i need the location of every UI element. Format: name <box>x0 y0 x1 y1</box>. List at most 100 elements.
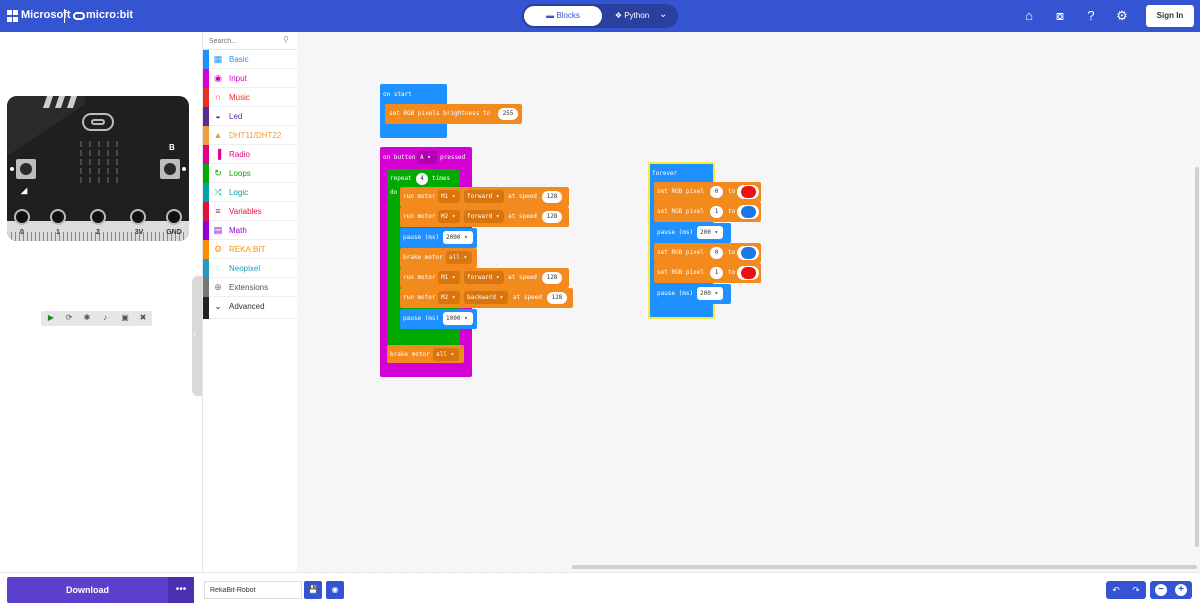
run-motor-block[interactable]: run motor M1 ▾ forward ▾ at speed 128 <box>400 187 569 207</box>
toolbox-category-dht11-dht22[interactable]: ▲ DHT11/DHT22 <box>203 126 298 145</box>
color-picker[interactable] <box>737 185 759 199</box>
download-button[interactable]: Download <box>7 577 168 603</box>
run-motor-block[interactable]: run motor M2 ▾ forward ▾ at speed 128 <box>400 207 569 227</box>
motor-dropdown[interactable]: M2 ▾ <box>438 210 460 223</box>
product-name: micro:bit <box>86 9 134 21</box>
repeat-count[interactable]: 4 <box>416 173 428 185</box>
toolbox-category-logic[interactable]: ⤨ Logic <box>203 183 298 202</box>
restart-icon[interactable]: ⟳ <box>63 313 75 322</box>
color-picker[interactable] <box>737 246 759 260</box>
pin-label: 2 <box>96 229 100 236</box>
toolbox-category-reka-bit[interactable]: ⚙ REKA:BIT <box>203 240 298 259</box>
plus-icon: ⊕ <box>214 282 222 292</box>
toolbox-advanced[interactable]: ⌄ Advanced <box>203 297 298 319</box>
set-rgb-pixel-block[interactable]: set RGB pixel 1 to <box>654 202 761 222</box>
toolbox-category-variables[interactable]: ≡ Variables <box>203 202 298 221</box>
python-mode-button[interactable]: ❖ Python <box>604 6 660 26</box>
pause-dropdown[interactable]: 1000 ▾ <box>443 312 473 325</box>
brightness-value[interactable]: 255 <box>498 108 518 120</box>
direction-dropdown[interactable]: backward ▾ <box>464 291 508 304</box>
more-options-button[interactable]: ••• <box>168 577 194 603</box>
pixel-index[interactable]: 0 <box>710 186 723 198</box>
speed-value[interactable]: 128 <box>542 211 562 223</box>
set-brightness-block[interactable]: set RGB pixels brightness to 255 <box>385 104 522 124</box>
run-motor-block[interactable]: run motor M1 ▾ forward ▾ at speed 128 <box>400 268 569 288</box>
color-picker[interactable] <box>737 266 759 280</box>
pixel-index[interactable]: 0 <box>710 247 723 259</box>
screenshot-icon[interactable]: ▣ <box>119 313 131 322</box>
chevron-down-icon[interactable]: ⌄ <box>659 9 667 20</box>
toolbox-category-music[interactable]: ∩ Music <box>203 88 298 107</box>
blocks-workspace[interactable]: on start set RGB pixels brightness to 25… <box>297 32 1200 572</box>
pause-dropdown[interactable]: 200 ▾ <box>697 287 723 300</box>
toolbox-category-math[interactable]: ▤ Math <box>203 221 298 240</box>
slowmo-icon[interactable]: ✱ <box>81 313 93 322</box>
share-icon[interactable]: ⧇ <box>1052 8 1068 24</box>
sign-in-button[interactable]: Sign In <box>1146 5 1194 27</box>
direction-dropdown[interactable]: forward ▾ <box>464 190 504 203</box>
mute-icon[interactable]: ♪ <box>99 313 111 322</box>
led <box>98 159 100 165</box>
zoom-in-icon[interactable]: + <box>1175 584 1187 596</box>
brake-motor-block[interactable]: brake motor all ▾ <box>387 345 464 363</box>
set-rgb-pixel-block[interactable]: set RGB pixel 0 to <box>654 243 761 263</box>
button-b[interactable] <box>160 159 180 179</box>
search-input[interactable] <box>209 35 279 47</box>
pixel-index[interactable]: 1 <box>710 206 723 218</box>
toolbox-category-radio[interactable]: ▐ Radio <box>203 145 298 164</box>
calculator-icon: ▤ <box>213 225 223 235</box>
horizontal-scrollbar[interactable] <box>572 565 1197 569</box>
settings-icon[interactable]: ⚙ <box>1114 8 1130 24</box>
direction-dropdown[interactable]: forward ▾ <box>464 210 504 223</box>
dot-right <box>182 167 186 171</box>
pause-dropdown[interactable]: 2000 ▾ <box>443 231 473 244</box>
github-icon[interactable]: ◉ <box>326 581 344 599</box>
pause-block[interactable]: pause (ms) 200 ▾ <box>654 223 731 243</box>
brake-motor-block[interactable]: brake motor all ▾ <box>400 248 477 268</box>
pixel-index[interactable]: 1 <box>710 267 723 279</box>
play-icon[interactable]: ▶ <box>45 313 57 322</box>
logo-touch-icon[interactable] <box>82 113 114 131</box>
pause-block[interactable]: pause (ms) 1000 ▾ <box>400 309 477 329</box>
simulator-collapse-handle[interactable]: ‹ <box>192 276 202 396</box>
set-rgb-pixel-block[interactable]: set RGB pixel 1 to <box>654 263 761 283</box>
pause-block[interactable]: pause (ms) 200 ▾ <box>654 284 731 304</box>
blocks-mode-button[interactable]: ▬ Blocks <box>524 6 602 26</box>
toolbox-category-led[interactable]: ◒ Led <box>203 107 298 126</box>
redo-icon[interactable]: ↷ <box>1126 581 1146 599</box>
button-a[interactable] <box>16 159 36 179</box>
speed-value[interactable]: 128 <box>542 191 562 203</box>
search-icon[interactable]: ⚲ <box>283 35 289 44</box>
brake-dropdown[interactable]: all ▾ <box>446 251 472 264</box>
speed-value[interactable]: 128 <box>547 292 567 304</box>
motor-dropdown[interactable]: M1 ▾ <box>438 271 460 284</box>
help-icon[interactable]: ? <box>1083 8 1099 24</box>
direction-dropdown[interactable]: forward ▾ <box>464 271 504 284</box>
pause-dropdown[interactable]: 200 ▾ <box>697 226 723 239</box>
toolbox-category-loops[interactable]: ↻ Loops <box>203 164 298 183</box>
pause-block[interactable]: pause (ms) 2000 ▾ <box>400 228 477 248</box>
microbit-board[interactable]: ◢ B 0 1 2 3V GND <box>7 96 189 241</box>
led-matrix <box>78 140 118 183</box>
undo-icon[interactable]: ↶ <box>1106 581 1126 599</box>
project-name-input[interactable] <box>204 581 302 599</box>
run-motor-block[interactable]: run motor M2 ▾ backward ▾ at speed 128 <box>400 288 573 308</box>
set-rgb-pixel-block[interactable]: set RGB pixel 0 to <box>654 182 761 202</box>
home-icon[interactable]: ⌂ <box>1021 8 1037 24</box>
vertical-scrollbar[interactable] <box>1195 167 1199 547</box>
brake-dropdown[interactable]: all ▾ <box>433 348 459 361</box>
led <box>98 150 100 156</box>
save-icon[interactable]: 💾 <box>304 581 322 599</box>
zoom-out-icon[interactable]: − <box>1155 584 1167 596</box>
motor-dropdown[interactable]: M1 ▾ <box>438 190 460 203</box>
fullscreen-icon[interactable]: ✖ <box>137 313 149 322</box>
speed-value[interactable]: 128 <box>542 272 562 284</box>
toolbox-category-extensions[interactable]: ⊕ Extensions <box>203 278 298 297</box>
toolbox-category-neopixel[interactable]: ◌ Neopixel <box>203 259 298 278</box>
toolbox-category-basic[interactable]: ▦ Basic <box>203 50 298 69</box>
simulator-panel: ◢ B 0 1 2 3V GND ▶ ⟳ ✱ ♪ ▣ ✖ ‹ <box>0 32 202 572</box>
toolbox-category-input[interactable]: ◉ Input <box>203 69 298 88</box>
button-dropdown[interactable]: A ▾ <box>417 151 437 164</box>
motor-dropdown[interactable]: M2 ▾ <box>438 291 460 304</box>
color-picker[interactable] <box>737 205 759 219</box>
